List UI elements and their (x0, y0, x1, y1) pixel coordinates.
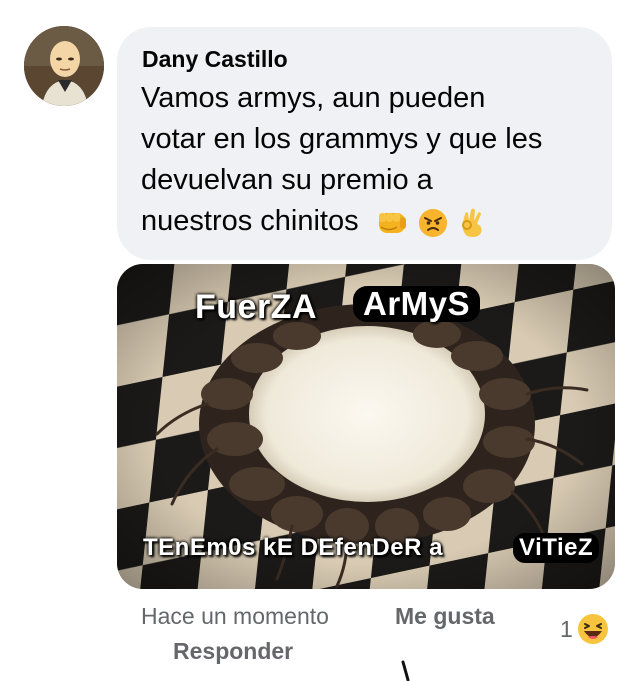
attached-photo[interactable]: FuerZA ArMyS TEnEm0s kE DEfenDeR a ViTie… (117, 264, 615, 589)
haha-reaction-icon (577, 614, 608, 644)
comment-line: Vamos armys, aun pueden (141, 82, 486, 114)
ok-hand-emoji (461, 208, 482, 238)
meme-caption-top-highlight: ArMyS (353, 286, 481, 322)
partial-stroke (401, 660, 410, 681)
comment-line: votar en los grammys y que les (141, 123, 543, 155)
reaction-summary[interactable]: 1 (560, 613, 609, 645)
emoji-row (375, 202, 487, 243)
comment-line-last: nuestros chinitos (141, 201, 611, 243)
comment-author[interactable]: Dany Castillo (142, 46, 288, 73)
meme-caption-bottom: TEnEm0s kE DEfenDeR a (143, 534, 443, 561)
meme-caption-top: FuerZA (195, 288, 317, 326)
like-button[interactable]: Me gusta (395, 603, 495, 630)
meme-caption-bottom-highlight: ViTieZ (513, 533, 600, 563)
avatar-image (24, 26, 104, 106)
avatar[interactable] (24, 26, 104, 106)
angry-face-emoji (418, 209, 447, 238)
oncoming-fist-emoji (378, 213, 406, 234)
reply-button[interactable]: Responder (173, 638, 293, 665)
comment-text: Vamos armys, aun pueden votar en los gra… (141, 78, 611, 243)
comment-timestamp[interactable]: Hace un momento (141, 603, 329, 630)
comment-bubble: Dany Castillo Vamos armys, aun pueden vo… (117, 27, 612, 260)
reaction-count: 1 (560, 615, 573, 642)
comment-line: devuelvan su premio a (141, 164, 433, 196)
comment-line-text: nuestros chinitos (141, 205, 359, 237)
